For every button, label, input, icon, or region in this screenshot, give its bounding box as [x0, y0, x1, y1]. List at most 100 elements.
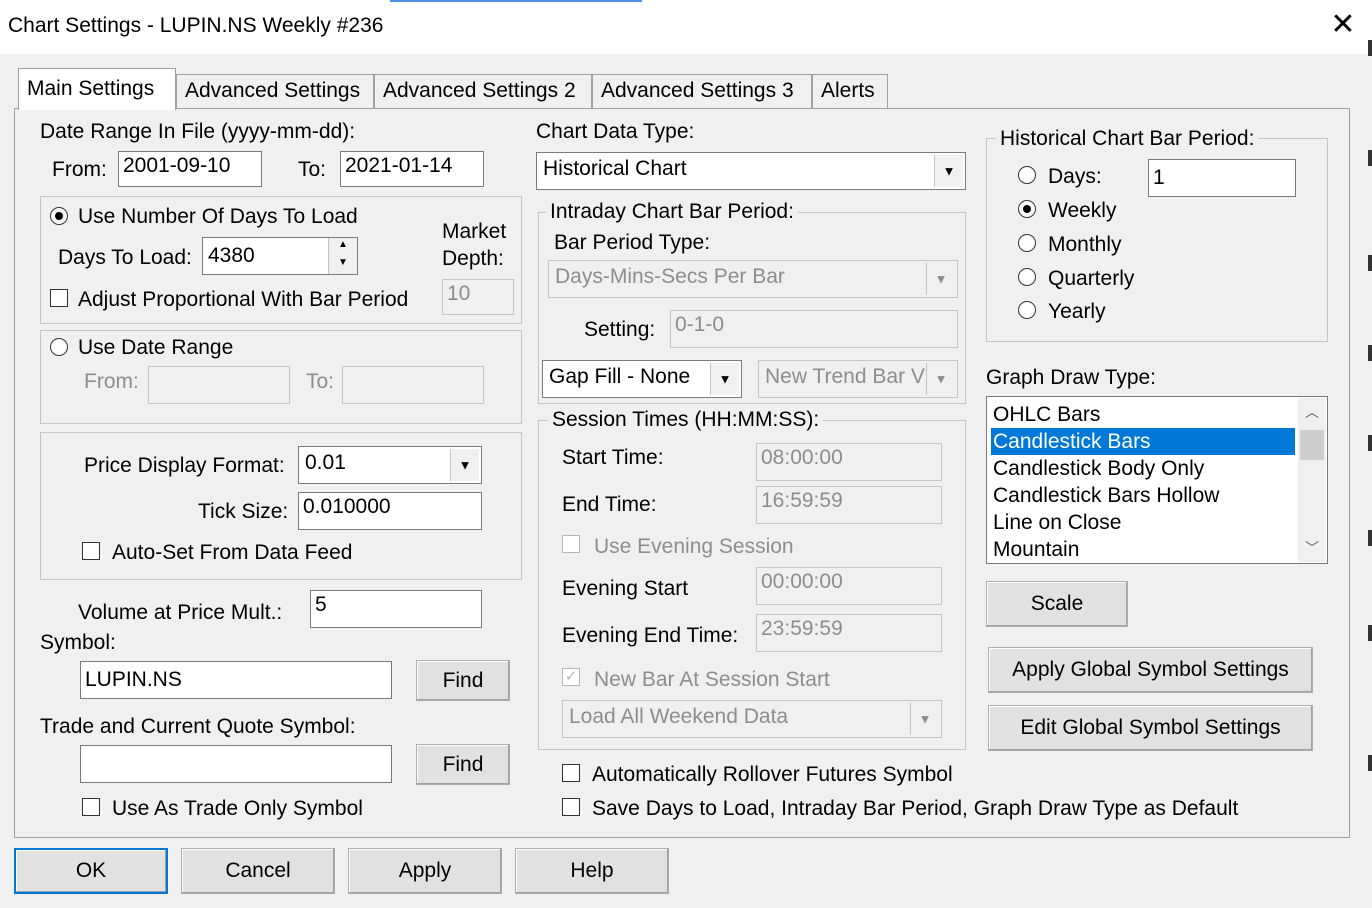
list-item[interactable]: Candlestick Bars Hollow — [991, 482, 1295, 509]
gap-fill-select[interactable]: Gap Fill - None ▼ — [542, 360, 742, 398]
list-scrollbar[interactable]: ︿ ﹀ — [1298, 398, 1326, 562]
date-range-label: Date Range In File (yyyy-mm-dd): — [40, 120, 356, 143]
days-spin[interactable]: ▲ ▼ — [328, 238, 357, 274]
setting-field[interactable]: 0-1-0 — [670, 310, 958, 348]
use-evening-checkbox[interactable] — [562, 535, 580, 553]
save-default-checkbox[interactable] — [562, 798, 580, 816]
chevron-down-icon[interactable]: ▼ — [926, 263, 955, 295]
new-trend-bar-value: New Trend Bar V — [765, 365, 925, 388]
edit-global-symbol-settings-button[interactable]: Edit Global Symbol Settings — [988, 705, 1313, 751]
trade-symbol-field[interactable] — [80, 745, 392, 783]
symbol-field[interactable]: LUPIN.NS — [80, 661, 392, 699]
start-time-label: Start Time: — [562, 446, 664, 469]
tab-alerts[interactable]: Alerts — [812, 74, 888, 108]
chevron-down-icon[interactable]: ▼ — [710, 363, 739, 395]
quarterly-radio-label: Quarterly — [1048, 267, 1135, 290]
help-button[interactable]: Help — [515, 848, 669, 894]
symbol-find-button[interactable]: Find — [416, 660, 510, 701]
market-depth-label-2: Depth: — [442, 247, 504, 270]
weekend-data-select[interactable]: Load All Weekend Data ▼ — [562, 700, 942, 738]
bar-period-type-value: Days-Mins-Secs Per Bar — [555, 265, 785, 288]
graph-draw-type-list[interactable]: OHLC Bars Candlestick Bars Candlestick B… — [986, 396, 1328, 564]
days-to-load-stepper[interactable]: 4380 ▲ ▼ — [202, 237, 358, 275]
rollover-checkbox[interactable] — [562, 764, 580, 782]
tab-advanced-settings[interactable]: Advanced Settings — [176, 74, 374, 108]
use-evening-label: Use Evening Session — [594, 535, 794, 558]
trade-only-checkbox[interactable] — [82, 798, 100, 816]
days-period-field[interactable]: 1 — [1148, 159, 1296, 197]
evening-end-field[interactable]: 23:59:59 — [756, 614, 942, 652]
price-display-label: Price Display Format: — [84, 454, 285, 477]
symbol-label: Symbol: — [40, 631, 116, 654]
date-from-label: From: — [52, 158, 107, 181]
list-item[interactable]: Line on Close — [991, 509, 1295, 536]
bar-period-type-label: Bar Period Type: — [554, 231, 711, 254]
new-bar-checkbox[interactable]: ✓ — [562, 668, 580, 686]
market-depth-field[interactable]: 10 — [442, 279, 514, 315]
yearly-radio[interactable] — [1018, 301, 1036, 319]
monthly-radio-label: Monthly — [1048, 233, 1122, 256]
days-to-load-label: Days To Load: — [58, 246, 192, 269]
tick-size-label: Tick Size: — [198, 500, 289, 523]
adjust-proportional-checkbox[interactable] — [50, 289, 68, 307]
list-item-selected[interactable]: Candlestick Bars — [991, 428, 1295, 455]
end-time-field[interactable]: 16:59:59 — [756, 486, 942, 524]
rollover-label: Automatically Rollover Futures Symbol — [592, 763, 953, 786]
end-time-label: End Time: — [562, 493, 657, 516]
setting-label: Setting: — [584, 318, 656, 341]
tick-size-field[interactable]: 0.010000 — [298, 492, 482, 530]
date-to-label: To: — [298, 158, 327, 181]
trade-symbol-label: Trade and Current Quote Symbol: — [40, 715, 356, 738]
trade-symbol-find-button[interactable]: Find — [416, 744, 510, 785]
date-to-field[interactable]: 2021-01-14 — [340, 151, 484, 187]
spin-down-icon[interactable]: ▼ — [329, 256, 357, 274]
range-to-field[interactable] — [342, 366, 484, 404]
list-item[interactable]: Mountain — [991, 536, 1295, 563]
price-display-select[interactable]: 0.01 ▼ — [298, 446, 482, 484]
new-trend-bar-select[interactable]: New Trend Bar V ▼ — [758, 360, 958, 398]
chevron-down-icon[interactable]: ▼ — [450, 449, 479, 481]
quarterly-radio[interactable] — [1018, 268, 1036, 286]
chevron-down-icon[interactable]: ▼ — [910, 703, 939, 735]
chevron-down-icon[interactable]: ▼ — [934, 155, 963, 187]
chevron-down-icon[interactable]: ▼ — [926, 363, 955, 395]
days-to-load-value: 4380 — [208, 244, 255, 267]
start-time-field[interactable]: 08:00:00 — [756, 443, 942, 481]
monthly-radio[interactable] — [1018, 234, 1036, 252]
volume-mult-field[interactable]: 5 — [310, 590, 482, 628]
scroll-down-icon[interactable]: ﹀ — [1298, 534, 1326, 562]
gap-fill-value: Gap Fill - None — [549, 365, 691, 388]
spin-up-icon[interactable]: ▲ — [329, 238, 357, 256]
ok-button[interactable]: OK — [14, 848, 168, 894]
weekly-radio[interactable] — [1018, 200, 1036, 218]
scroll-thumb[interactable] — [1300, 430, 1324, 460]
scale-button[interactable]: Scale — [986, 581, 1128, 627]
auto-set-checkbox[interactable] — [82, 542, 100, 560]
range-from-field[interactable] — [148, 366, 290, 404]
session-legend: Session Times (HH:MM:SS): — [548, 408, 824, 432]
use-days-label: Use Number Of Days To Load — [78, 205, 358, 228]
list-item[interactable]: Candlestick Body Only — [991, 455, 1295, 482]
chart-data-type-select[interactable]: Historical Chart ▼ — [536, 152, 966, 190]
close-icon[interactable]: ✕ — [1328, 8, 1358, 42]
window-title: Chart Settings - LUPIN.NS Weekly #236 — [8, 14, 384, 37]
tab-main-settings[interactable]: Main Settings — [18, 68, 176, 110]
intraday-legend: Intraday Chart Bar Period: — [546, 200, 798, 224]
scroll-up-icon[interactable]: ︿ — [1298, 398, 1326, 426]
range-from-label: From: — [84, 370, 139, 393]
yearly-radio-label: Yearly — [1048, 300, 1106, 323]
apply-button[interactable]: Apply — [348, 848, 502, 894]
days-radio[interactable] — [1018, 166, 1036, 184]
list-item[interactable]: OHLC Bars — [991, 401, 1295, 428]
market-depth-label-1: Market — [442, 220, 507, 243]
apply-global-symbol-settings-button[interactable]: Apply Global Symbol Settings — [988, 647, 1313, 693]
use-days-radio[interactable] — [50, 207, 68, 225]
evening-start-field[interactable]: 00:00:00 — [756, 567, 942, 605]
date-from-field[interactable]: 2001-09-10 — [118, 151, 262, 187]
tab-advanced-settings-3[interactable]: Advanced Settings 3 — [592, 74, 812, 108]
use-date-range-radio[interactable] — [50, 338, 68, 356]
tab-advanced-settings-2[interactable]: Advanced Settings 2 — [374, 74, 592, 108]
cancel-button[interactable]: Cancel — [181, 848, 335, 894]
bar-period-type-select[interactable]: Days-Mins-Secs Per Bar ▼ — [548, 260, 958, 298]
title-accent-line — [390, 0, 642, 2]
